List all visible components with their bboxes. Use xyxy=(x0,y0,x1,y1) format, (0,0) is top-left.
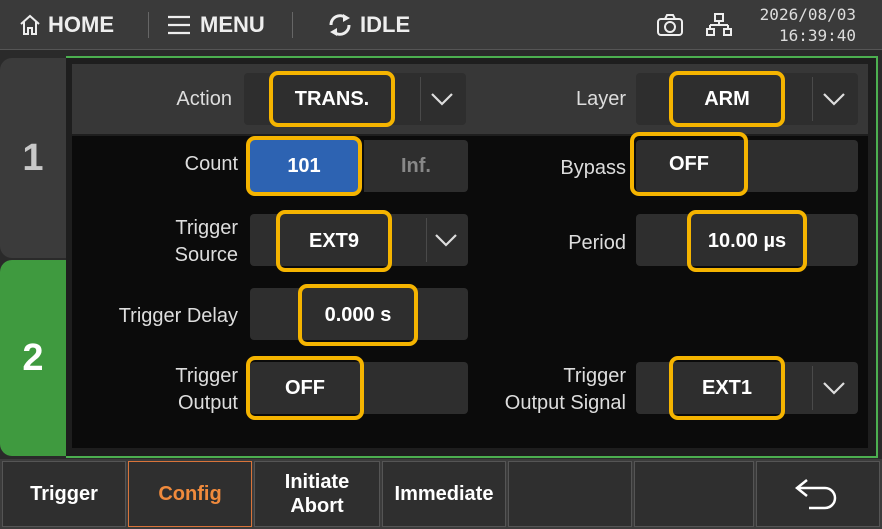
layer-label: Layer xyxy=(575,88,626,110)
softkey-empty-5 xyxy=(508,461,632,527)
bypass-value[interactable]: OFF xyxy=(630,132,748,196)
trigger-output-label-1: Trigger xyxy=(175,365,238,387)
chevron-down-icon xyxy=(814,362,854,414)
trigger-output-signal-label-1: Trigger xyxy=(563,365,626,387)
trigger-output-signal-value[interactable]: EXT1 xyxy=(669,356,785,420)
layer-value[interactable]: ARM xyxy=(669,71,785,127)
trigger-delay-value[interactable]: 0.000 s xyxy=(298,284,418,346)
network-icon xyxy=(706,13,732,36)
count-inf-button[interactable]: Inf. xyxy=(364,140,468,192)
bypass-label: Bypass xyxy=(560,157,626,179)
run-status: IDLE xyxy=(326,0,410,50)
softkey-empty-6 xyxy=(634,461,754,527)
refresh-icon xyxy=(329,14,351,36)
chevron-down-icon xyxy=(426,214,466,266)
initiate-label: Initiate xyxy=(284,471,350,493)
period-value[interactable]: 10.00 µs xyxy=(687,210,807,272)
clock: 2026/08/03 16:39:40 xyxy=(760,4,856,46)
trigger-output-value[interactable]: OFF xyxy=(246,356,364,420)
home-label: HOME xyxy=(48,12,114,37)
date-text: 2026/08/03 xyxy=(759,5,856,24)
main-area: 1 2 Action TRANS. Layer ARM Count Inf. 1… xyxy=(0,50,882,459)
panel-header: Action TRANS. Layer ARM xyxy=(72,64,868,134)
screenshot-button[interactable] xyxy=(656,0,684,50)
menu-button[interactable]: MENU xyxy=(166,0,265,50)
home-button[interactable]: HOME xyxy=(18,0,114,50)
action-label: Action xyxy=(176,88,232,110)
count-value[interactable]: 101 xyxy=(246,136,362,196)
menu-label: MENU xyxy=(200,12,265,37)
panel-body: Count Inf. 101 Bypass OFF Trigger Source… xyxy=(72,132,868,448)
chevron-down-icon xyxy=(422,73,462,125)
trigger-output-label-2: Output xyxy=(177,392,238,414)
back-button[interactable] xyxy=(756,461,880,527)
trigger-source-label-2: Source xyxy=(174,244,238,266)
softkey-config[interactable]: Config xyxy=(128,461,252,527)
softkey-initiate-abort[interactable]: Initiate Abort xyxy=(254,461,380,527)
period-label: Period xyxy=(568,232,626,254)
trigger-output-signal-label-2: Output Signal xyxy=(504,392,626,414)
trigger-source-label-1: Trigger xyxy=(175,217,238,239)
home-icon xyxy=(20,14,40,35)
camera-icon xyxy=(657,14,683,36)
tab-1[interactable]: 1 xyxy=(0,58,66,258)
softkey-immediate[interactable]: Immediate xyxy=(382,461,506,527)
trigger-delay-label: Trigger Delay xyxy=(118,305,238,327)
trigger-config-panel: Action TRANS. Layer ARM Count Inf. 101 B… xyxy=(66,56,878,458)
time-text: 16:39:40 xyxy=(778,26,856,45)
menu-icon xyxy=(168,15,190,35)
status-label: IDLE xyxy=(360,12,411,37)
action-value[interactable]: TRANS. xyxy=(269,71,395,127)
network-status[interactable] xyxy=(706,0,732,50)
top-bar: HOME MENU IDLE 2026/08/03 16:39:40 xyxy=(0,0,882,50)
chevron-down-icon xyxy=(814,73,854,125)
tab-2[interactable]: 2 xyxy=(0,260,66,456)
count-label: Count xyxy=(184,153,238,175)
softkey-bar: Trigger Config Initiate Abort Immediate xyxy=(0,459,882,529)
softkey-trigger[interactable]: Trigger xyxy=(2,461,126,527)
abort-label: Abort xyxy=(290,495,344,517)
trigger-source-value[interactable]: EXT9 xyxy=(276,210,392,272)
back-icon xyxy=(794,479,837,510)
